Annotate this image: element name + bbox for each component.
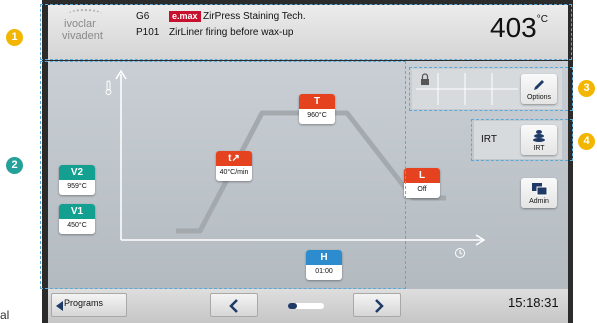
callout-box-3 bbox=[409, 67, 573, 111]
callout-box-1 bbox=[40, 4, 572, 60]
callout-4: 4 bbox=[578, 133, 595, 150]
back-triangle-icon bbox=[56, 301, 63, 311]
callout-box-2 bbox=[40, 61, 406, 289]
param-l-label: L bbox=[404, 168, 440, 183]
chevron-left-icon bbox=[229, 299, 238, 313]
clock-icon bbox=[455, 248, 465, 258]
programs-label: Programs bbox=[64, 298, 104, 308]
callout-2: 2 bbox=[6, 157, 23, 174]
previous-page-button[interactable] bbox=[210, 293, 258, 317]
callout-3: 3 bbox=[578, 80, 595, 97]
page-indicator bbox=[288, 303, 324, 309]
callout-box-4 bbox=[471, 119, 573, 161]
admin-icon bbox=[532, 183, 548, 196]
chevron-right-icon bbox=[375, 299, 384, 313]
param-long-term-cooling-button[interactable]: L Off bbox=[404, 168, 440, 198]
page-indicator-dot bbox=[288, 303, 297, 309]
param-l-value: Off bbox=[417, 186, 427, 193]
admin-label: Admin bbox=[529, 198, 549, 205]
callout-1: 1 bbox=[6, 29, 23, 46]
next-page-button[interactable] bbox=[353, 293, 401, 317]
furnace-screen: al ivoclar vivadent G6 e.max ZirPress St… bbox=[0, 0, 597, 323]
clock-time: 15:18:31 bbox=[508, 295, 559, 310]
admin-button[interactable]: Admin bbox=[521, 178, 557, 208]
